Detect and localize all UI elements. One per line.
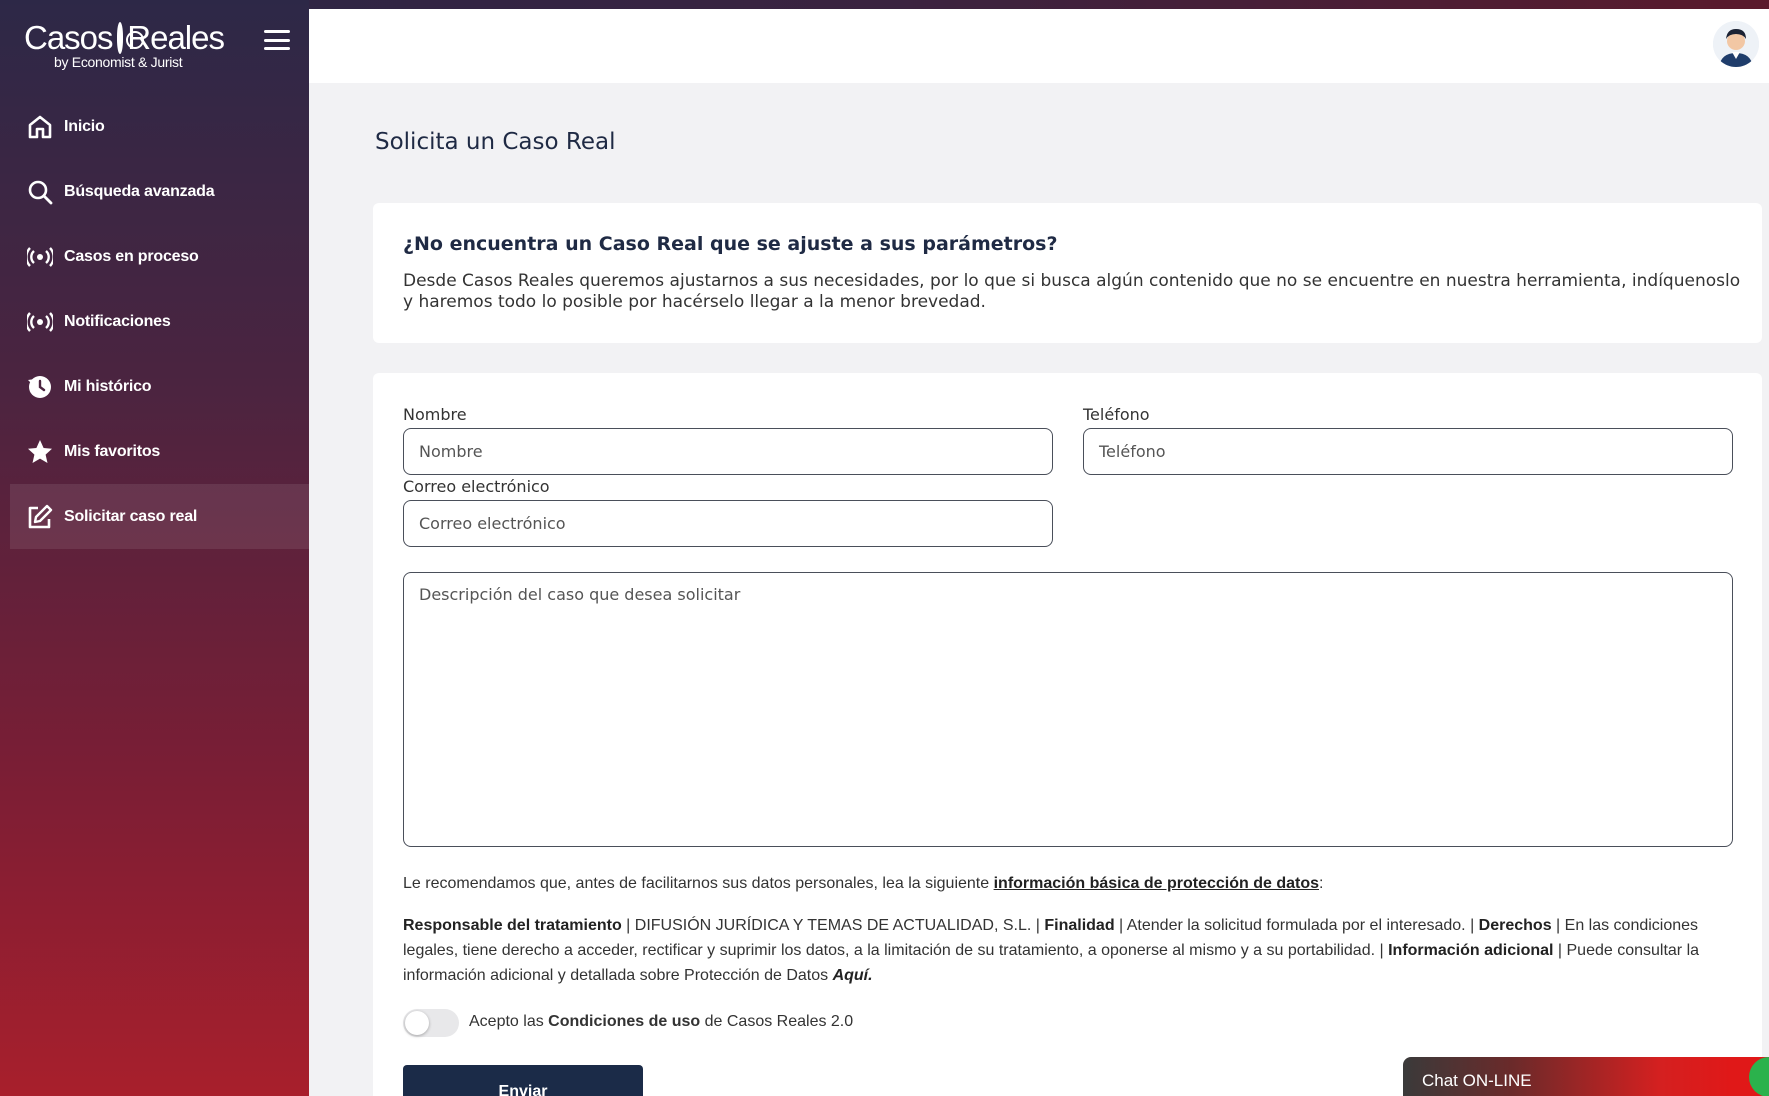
broadcast-icon <box>26 308 54 336</box>
page-title: Solicita un Caso Real <box>375 129 616 155</box>
sidebar-item-mi-historico[interactable]: Mi histórico <box>10 354 309 419</box>
phone-input[interactable]: Teléfono <box>1083 428 1733 475</box>
sidebar-item-notificaciones[interactable]: Notificaciones <box>10 289 309 354</box>
sidebar-item-inicio[interactable]: Inicio <box>10 94 309 159</box>
more-info-link[interactable]: Aquí. <box>833 967 873 984</box>
send-button[interactable]: Enviar <box>403 1065 643 1096</box>
sidebar-item-label: Búsqueda avanzada <box>64 182 215 200</box>
top-bar <box>309 9 1769 83</box>
sidebar-item-label: Inicio <box>64 117 105 135</box>
terms-link[interactable]: Condiciones de uso <box>548 1013 700 1030</box>
history-icon <box>26 373 54 401</box>
logo-title: Casos Reales <box>24 19 225 56</box>
chat-status-icon <box>1749 1057 1769 1096</box>
info-text: Desde Casos Reales queremos ajustarnos a… <box>403 271 1741 312</box>
logo-ring-icon <box>116 22 143 54</box>
sidebar-item-mis-favoritos[interactable]: Mis favoritos <box>10 419 309 484</box>
sidebar-item-casos-en-proceso[interactable]: Casos en proceso <box>10 224 309 289</box>
home-icon <box>26 113 54 141</box>
info-title: ¿No encuentra un Caso Real que se ajuste… <box>403 233 1058 255</box>
name-placeholder: Nombre <box>419 442 483 461</box>
main-content: Solicita un Caso Real ¿No encuentra un C… <box>309 83 1769 1096</box>
name-input[interactable]: Nombre <box>403 428 1053 475</box>
info-card: ¿No encuentra un Caso Real que se ajuste… <box>373 203 1762 343</box>
app-logo[interactable]: Casos Reales by Economist & Jurist <box>24 19 225 80</box>
logo-subtitle: by Economist & Jurist <box>54 54 183 70</box>
sidebar-item-label: Mis favoritos <box>64 442 161 460</box>
broadcast-icon <box>26 243 54 271</box>
description-textarea[interactable]: Descripción del caso que desea solicitar <box>403 572 1733 847</box>
sidebar-item-label: Mi histórico <box>64 377 152 395</box>
request-form: Nombre Nombre Teléfono Teléfono Correo e… <box>373 373 1762 1096</box>
chat-online-button[interactable]: Chat ON-LINE <box>1403 1057 1769 1096</box>
search-icon <box>26 178 54 206</box>
privacy-details: Responsable del tratamiento | DIFUSIÓN J… <box>403 917 1700 984</box>
toggle-knob <box>405 1011 429 1035</box>
sidebar-item-label: Notificaciones <box>64 312 171 330</box>
star-icon <box>26 438 54 466</box>
phone-label: Teléfono <box>1083 405 1150 424</box>
sidebar-item-busqueda[interactable]: Búsqueda avanzada <box>10 159 309 224</box>
sidebar: Casos Reales by Economist & Jurist Inici… <box>0 0 309 1096</box>
sidebar-item-label: Solicitar caso real <box>64 507 198 525</box>
user-avatar-icon[interactable] <box>1713 21 1759 67</box>
edit-icon <box>26 503 54 531</box>
email-label: Correo electrónico <box>403 477 550 496</box>
email-input[interactable]: Correo electrónico <box>403 500 1053 547</box>
sidebar-item-label: Casos en proceso <box>64 247 199 265</box>
sidebar-nav: Inicio Búsqueda avanzada Casos en proces… <box>10 94 309 549</box>
description-placeholder: Descripción del caso que desea solicitar <box>419 585 741 604</box>
phone-placeholder: Teléfono <box>1099 442 1166 461</box>
email-placeholder: Correo electrónico <box>419 514 566 533</box>
menu-toggle-icon[interactable] <box>264 30 290 50</box>
terms-label: Acepto las Condiciones de uso de Casos R… <box>469 1013 854 1030</box>
privacy-info-link[interactable]: información básica de protección de dato… <box>994 875 1319 892</box>
sidebar-item-solicitar-caso-real[interactable]: Solicitar caso real <box>10 484 309 549</box>
terms-toggle[interactable] <box>403 1009 459 1037</box>
privacy-intro: Le recomendamos que, antes de facilitarn… <box>403 875 1324 892</box>
chat-label: Chat ON-LINE <box>1422 1071 1532 1090</box>
name-label: Nombre <box>403 405 467 424</box>
